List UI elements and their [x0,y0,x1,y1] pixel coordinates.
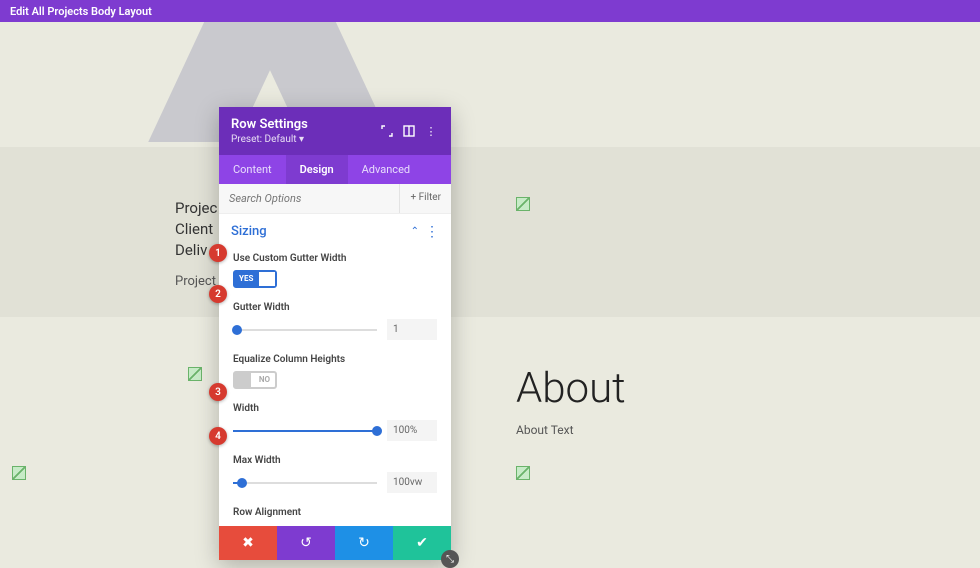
field-label: Equalize Column Heights [233,354,437,365]
about-section: About About Text [516,364,626,437]
row-settings-panel: Row Settings Preset: Default ▾ ⋮ Content… [219,107,451,560]
slider-width[interactable] [233,430,377,432]
annotation-badge-1: 1 [209,244,227,262]
content-band [0,147,980,317]
width-value[interactable]: 100% [387,420,437,441]
image-placeholder-icon [188,367,202,381]
panel-actions: ✖ ↺ ↻ ✔ [219,526,451,560]
top-edit-bar: Edit All Projects Body Layout [0,0,980,22]
panel-tabs: Content Design Advanced [219,155,451,184]
annotation-badge-4: 4 [209,427,227,445]
panel-title: Row Settings [231,117,373,132]
kebab-menu-icon[interactable]: ⋮ [423,123,439,139]
toggle-knob [259,272,275,286]
field-label: Max Width [233,455,437,466]
toggle-equalize[interactable]: NO [233,371,277,389]
gutter-width-value[interactable]: 1 [387,319,437,340]
section-title: Sizing [231,224,267,239]
filter-button[interactable]: + Filter [399,184,451,213]
toggle-custom-gutter[interactable]: YES [233,270,277,288]
annotation-badge-2: 2 [209,285,227,303]
annotation-badge-3: 3 [209,383,227,401]
about-text: About Text [516,423,626,437]
panel-header[interactable]: Row Settings Preset: Default ▾ ⋮ [219,107,451,155]
image-placeholder-icon [516,197,530,211]
field-row-alignment: Row Alignment [233,507,437,518]
cancel-button[interactable]: ✖ [219,526,277,560]
tab-content[interactable]: Content [219,155,286,184]
field-max-width: Max Width 100vw [233,455,437,493]
search-input[interactable] [219,184,399,213]
field-custom-gutter: Use Custom Gutter Width YES [233,253,437,288]
redo-button[interactable]: ↻ [335,526,393,560]
field-label: Use Custom Gutter Width [233,253,437,264]
search-row: + Filter [219,184,451,214]
top-bar-title: Edit All Projects Body Layout [10,5,152,18]
image-placeholder-icon [516,466,530,480]
canvas: Projec Client Deliv Project T About Abou… [0,22,980,508]
panel-preset[interactable]: Preset: Default ▾ [231,134,373,145]
toggle-knob [235,373,251,387]
columns-icon[interactable] [401,123,417,139]
field-label: Gutter Width [233,302,437,313]
expand-icon[interactable] [379,123,395,139]
image-placeholder-icon [12,466,26,480]
undo-button[interactable]: ↺ [277,526,335,560]
field-width: Width 100% [233,403,437,441]
collapse-icon[interactable]: ⌃ [411,226,419,237]
about-heading: About [516,364,626,413]
field-label: Width [233,403,437,414]
slider-max-width[interactable] [233,482,377,484]
resize-handle[interactable]: ⤡ [441,550,459,568]
section-header-sizing[interactable]: Sizing ⌃ ⋮ [219,214,451,245]
field-equalize: Equalize Column Heights NO [233,354,437,389]
slider-gutter-width[interactable] [233,329,377,331]
section-menu-icon[interactable]: ⋮ [425,227,439,237]
tab-design[interactable]: Design [286,155,348,184]
field-gutter-width: Gutter Width 1 [233,302,437,340]
field-label: Row Alignment [233,507,437,518]
max-width-value[interactable]: 100vw [387,472,437,493]
tab-advanced[interactable]: Advanced [348,155,424,184]
section-body: Use Custom Gutter Width YES Gutter Width… [219,253,451,526]
